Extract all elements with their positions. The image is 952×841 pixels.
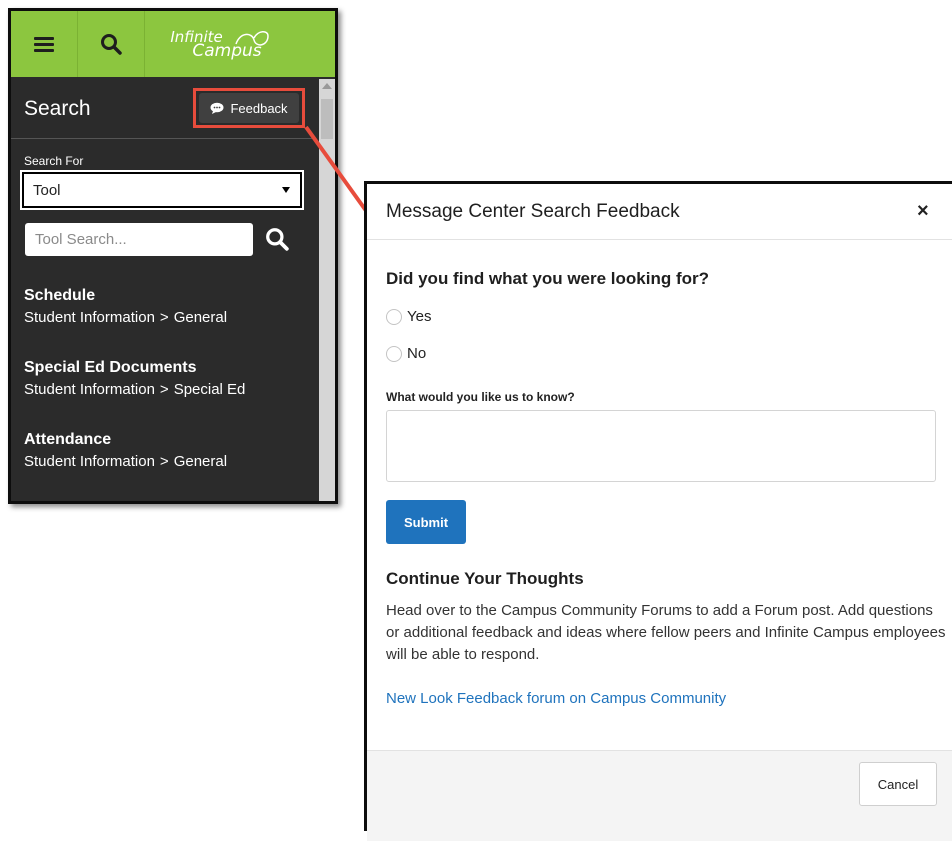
modal-header: Message Center Search Feedback ×: [367, 184, 952, 240]
highlight-box: [193, 88, 305, 128]
logo-swoosh-icon: [234, 31, 269, 46]
result-title: Schedule: [24, 287, 96, 304]
scroll-up-arrow-icon[interactable]: [322, 83, 332, 89]
divider: [11, 138, 315, 139]
chevron-right-icon: >: [159, 381, 169, 398]
result-title: Special Ed Documents: [24, 359, 197, 376]
submit-button[interactable]: Submit: [386, 500, 466, 544]
modal-title: Message Center Search Feedback: [386, 201, 680, 222]
result-path: Student Information > General: [24, 453, 227, 470]
feedback-modal: Message Center Search Feedback × Did you…: [364, 181, 952, 841]
panel-title: Search: [24, 97, 91, 120]
result-path-part: Student Information: [24, 309, 155, 326]
result-path-part: Special Ed: [173, 381, 246, 398]
scrollbar[interactable]: [319, 79, 335, 501]
feedback-textarea[interactable]: [386, 410, 936, 482]
continue-body: Head over to the Campus Community Forums…: [386, 602, 946, 663]
result-path: Student Information > Special Ed: [24, 381, 245, 398]
radio-circle[interactable]: [386, 345, 402, 362]
menu-icon: [34, 34, 54, 55]
chevron-right-icon: >: [159, 309, 169, 326]
search-result[interactable]: Attendance Student Information > General: [24, 431, 227, 470]
radio-circle[interactable]: [386, 308, 402, 325]
tool-search-placeholder: Tool Search...: [35, 231, 127, 248]
continue-heading: Continue Your Thoughts: [386, 569, 584, 588]
radio-no-label: No: [407, 345, 427, 362]
scrollbar-thumb[interactable]: [321, 99, 333, 139]
menu-button[interactable]: [11, 11, 78, 77]
tool-search-button[interactable]: [265, 227, 289, 256]
result-path-part: General: [173, 309, 228, 326]
chevron-right-icon: >: [159, 453, 169, 470]
tool-search-input[interactable]: Tool Search...: [25, 223, 253, 256]
search-result[interactable]: Schedule Student Information > General: [24, 287, 227, 326]
result-path-part: Student Information: [24, 381, 155, 398]
chevron-down-icon: [282, 187, 290, 193]
search-for-label: Search For: [24, 154, 84, 168]
result-title: Attendance: [24, 431, 112, 448]
result-path: Student Information > General: [24, 309, 227, 326]
question-heading: Did you find what you were looking for?: [386, 269, 709, 288]
search-panel: Infinite Campus Search Feedback Search F…: [8, 8, 338, 504]
forum-link[interactable]: New Look Feedback forum on Campus Commun…: [386, 690, 726, 707]
close-icon[interactable]: ×: [917, 200, 929, 223]
search-result[interactable]: Special Ed Documents Student Information…: [24, 359, 245, 398]
search-icon: [101, 34, 122, 55]
top-navigation-bar: Infinite Campus: [11, 11, 335, 77]
search-toggle-button[interactable]: [78, 11, 145, 77]
search-icon: [266, 228, 289, 251]
result-path-part: General: [173, 453, 228, 470]
campus-logo[interactable]: Infinite Campus: [161, 11, 281, 77]
know-label: What would you like us to know?: [386, 390, 575, 404]
radio-no[interactable]: No: [386, 345, 426, 362]
cancel-button[interactable]: Cancel: [859, 762, 937, 806]
search-for-select[interactable]: Tool: [20, 170, 304, 210]
radio-yes[interactable]: Yes: [386, 308, 431, 325]
search-for-value: Tool: [33, 181, 61, 199]
result-path-part: Student Information: [24, 453, 155, 470]
radio-yes-label: Yes: [407, 308, 432, 325]
